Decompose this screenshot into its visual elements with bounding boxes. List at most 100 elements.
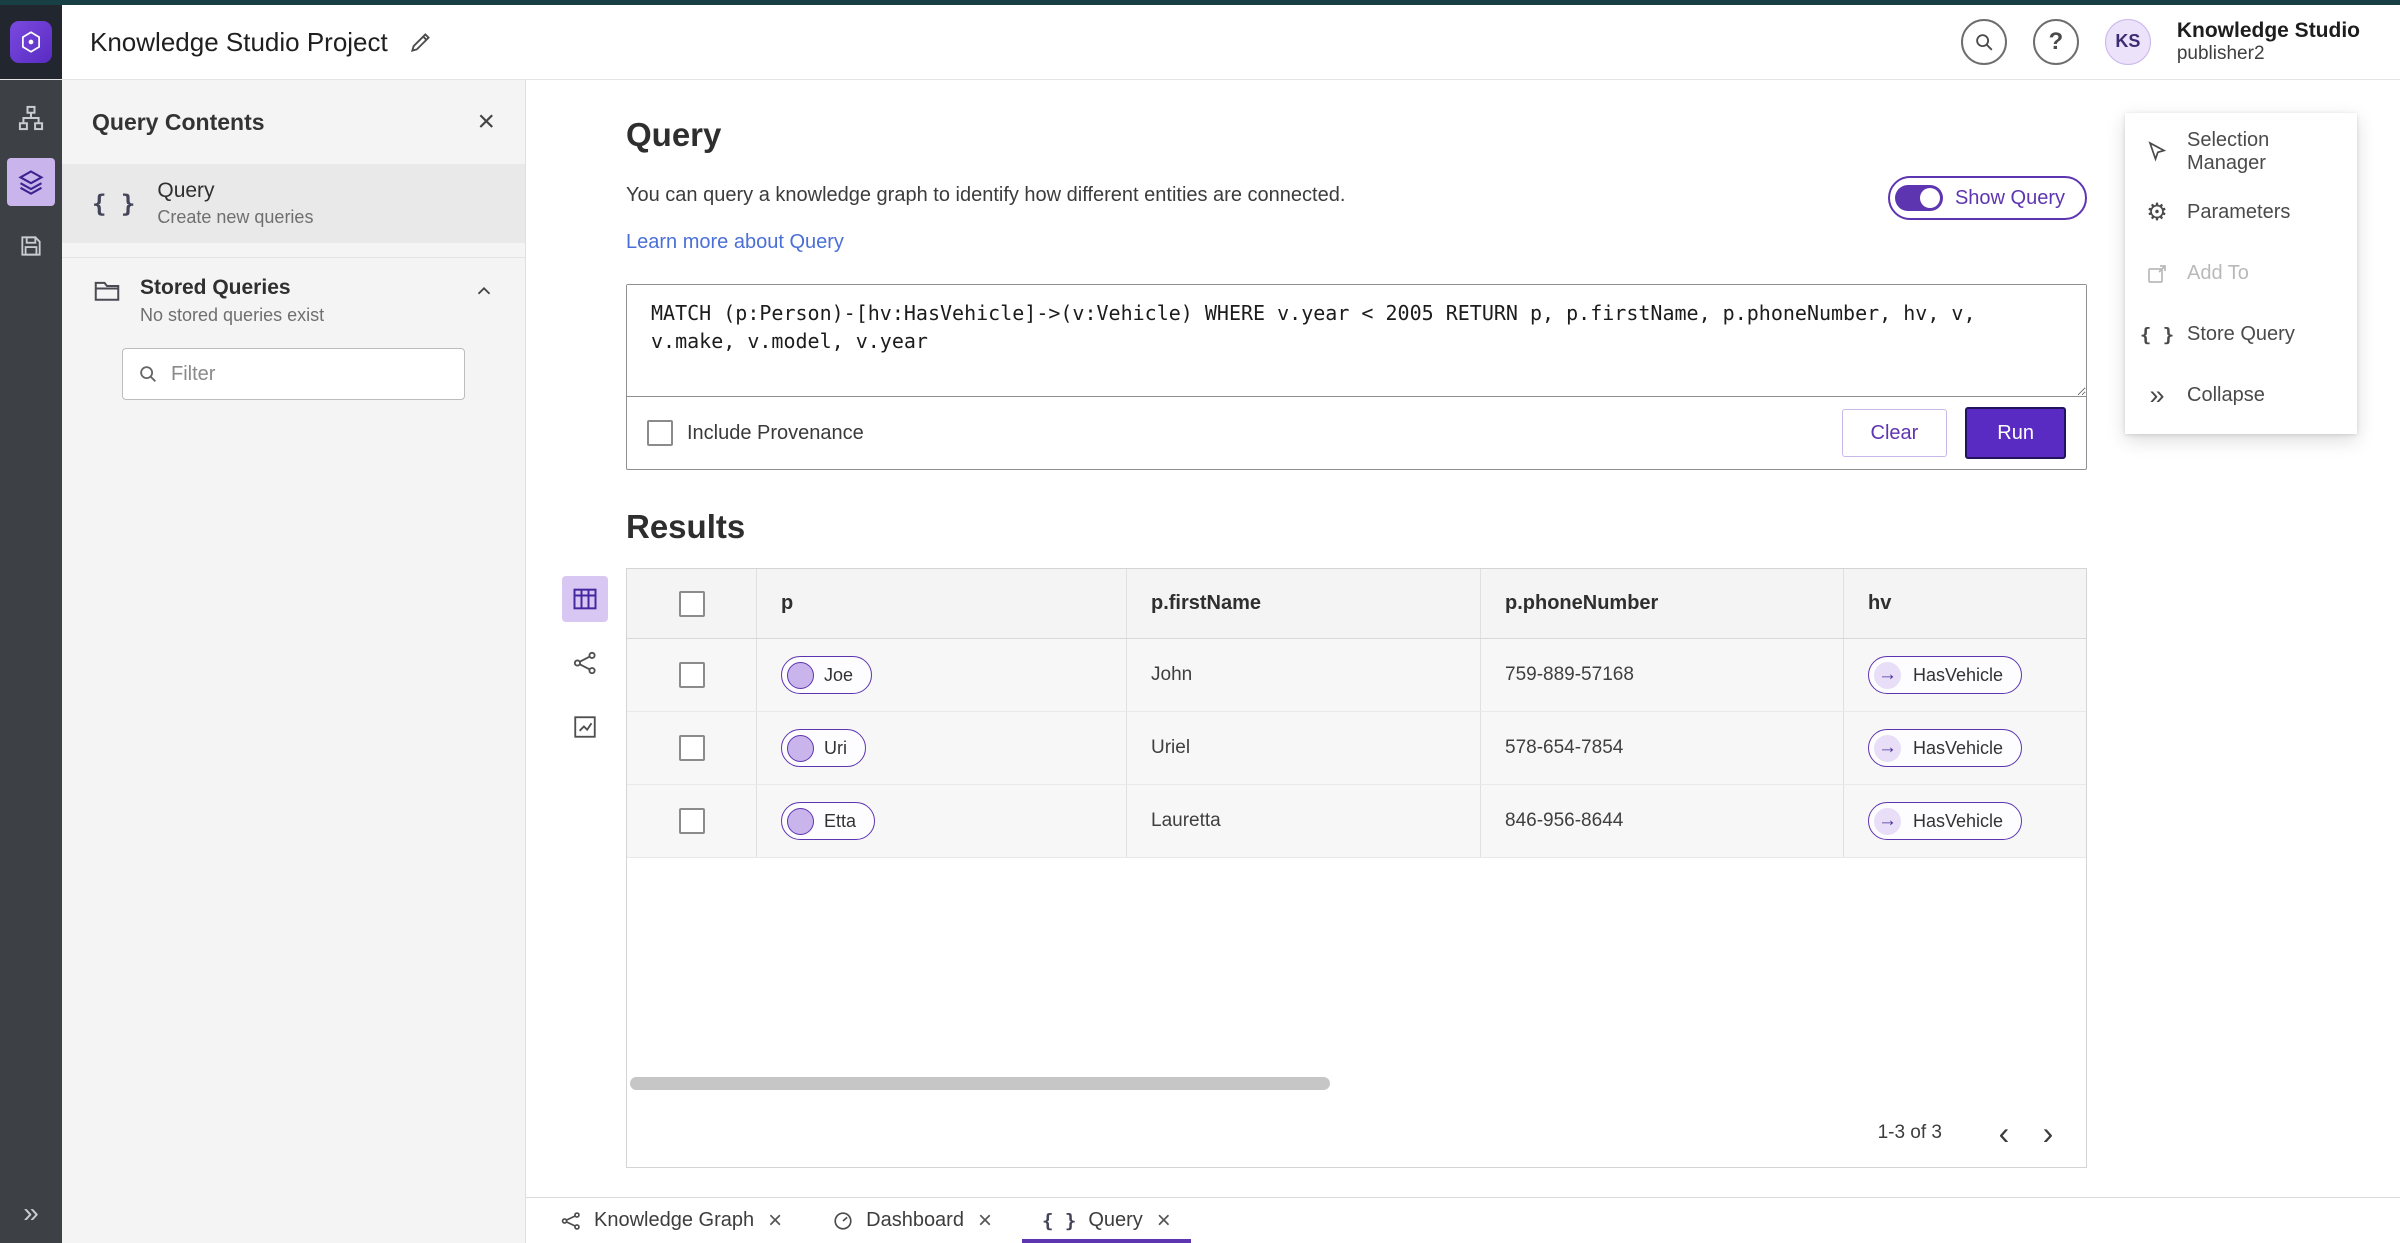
row-checkbox[interactable] [678,735,705,761]
stored-queries-section: Stored Queries No stored queries exist [62,257,525,408]
layers-icon[interactable] [7,158,55,206]
results-table: p p.firstName p.phoneNumber hv Joe John … [626,568,2087,1168]
close-panel-icon[interactable]: × [477,107,495,137]
close-tab-icon[interactable]: × [1157,1208,1171,1233]
braces-icon: { } [2139,323,2175,346]
gear-icon: ⚙ [2146,198,2168,226]
avatar[interactable]: KS [2104,18,2151,65]
edge-pill[interactable]: → HasVehicle [1868,729,2023,767]
node-label: Etta [824,810,857,831]
learn-more-link[interactable]: Learn more about Query [626,231,844,254]
arrow-right-icon: → [1874,807,1901,835]
scrollbar-thumb[interactable] [630,1077,1330,1090]
pagination-bar: 1-3 of 3 ‹ › [627,1099,2086,1167]
table-row: Joe John 759-889-57168 → HasVehicle [627,639,2086,712]
edit-title-icon[interactable] [408,29,434,55]
tab-knowledge-graph[interactable]: Knowledge Graph × [540,1198,802,1243]
arrow-right-icon: → [1874,734,1901,762]
dashboard-icon [832,1210,854,1232]
query-item-description: Create new queries [157,207,314,227]
column-header-firstname[interactable]: p.firstName [1127,569,1481,638]
query-input[interactable]: MATCH (p:Person)-[hv:HasVehicle]->(v:Veh… [627,285,2086,397]
node-label: Joe [824,664,854,685]
row-checkbox[interactable] [678,808,705,834]
user-block[interactable]: Knowledge Studio publisher2 [2177,18,2360,66]
main-area: Query You can query a knowledge graph to… [526,80,2400,1197]
menu-item-label: Add To [2187,262,2249,284]
node-pill[interactable]: Joe [781,656,873,694]
arrow-right-icon: → [1874,661,1901,689]
node-circle-icon [787,661,814,689]
show-query-toggle[interactable]: Show Query [1887,176,2087,220]
node-pill[interactable]: Etta [781,802,876,840]
node-label: Uri [824,737,847,758]
query-description: You can query a knowledge graph to ident… [626,184,1346,206]
close-tab-icon[interactable]: × [768,1208,782,1233]
node-circle-icon [787,734,814,762]
select-all-checkbox[interactable] [678,590,705,617]
help-button[interactable]: ? [2032,18,2079,65]
chevron-up-icon[interactable] [473,276,495,302]
app-header: Knowledge Studio Project ? KS Knowledge … [0,5,2400,80]
column-header-p[interactable]: p [757,569,1127,638]
include-provenance-checkbox[interactable] [647,420,673,446]
app-window: Knowledge Studio Project ? KS Knowledge … [0,0,2400,1243]
sidebar-item-query[interactable]: { } Query Create new queries [62,164,525,243]
toggle-knob [1919,188,1940,208]
menu-item-label: Store Query [2187,323,2295,345]
close-tab-icon[interactable]: × [978,1208,992,1233]
bottom-tab-bar: Knowledge Graph × Dashboard × { } Query … [526,1197,2400,1243]
previous-page-icon[interactable]: ‹ [1982,1111,2026,1155]
node-circle-icon [787,807,814,835]
run-button[interactable]: Run [1965,407,2066,459]
menu-item-store-query[interactable]: { } Store Query [2125,304,2357,365]
tab-dashboard[interactable]: Dashboard × [812,1198,1012,1243]
hierarchy-icon[interactable] [7,94,55,142]
tab-query[interactable]: { } Query × [1021,1198,1191,1243]
app-logo-icon[interactable] [10,21,52,63]
edge-pill[interactable]: → HasVehicle [1868,656,2023,694]
filter-input[interactable] [171,362,450,386]
logo-block [0,5,62,79]
results-view-switcher [562,568,626,1168]
results-title: Results [626,508,746,545]
node-pill[interactable]: Uri [781,729,866,767]
cell-firstname: Uriel [1151,737,1191,758]
edge-pill[interactable]: → HasVehicle [1868,802,2023,840]
column-header-phonenumber[interactable]: p.phoneNumber [1481,569,1844,638]
collapse-icon: » [2149,380,2165,410]
rail-expand-icon[interactable]: » [23,1197,39,1229]
menu-item-add-to: Add To [2125,243,2357,304]
tab-label: Knowledge Graph [594,1209,755,1231]
table-row: Etta Lauretta 846-956-8644 → HasVehicle [627,785,2086,858]
search-button[interactable] [1960,18,2007,65]
row-checkbox[interactable] [678,662,705,688]
chart-view-icon[interactable] [562,704,608,750]
horizontal-scrollbar[interactable] [630,1077,2083,1091]
menu-item-label: Collapse [2187,384,2265,406]
pagination-info: 1-3 of 3 [1877,1122,1942,1143]
selection-manager-icon [2143,140,2171,164]
menu-item-selection-manager[interactable]: Selection Manager [2125,121,2357,182]
include-provenance-label: Include Provenance [687,421,864,444]
graph-view-icon[interactable] [562,640,608,686]
edge-label: HasVehicle [1913,810,2004,831]
table-row: Uri Uriel 578-654-7854 → HasVehicle [627,712,2086,785]
page-title: Query [626,116,722,153]
add-to-icon [2143,262,2171,286]
menu-item-parameters[interactable]: ⚙ Parameters [2125,182,2357,243]
question-mark-icon: ? [2048,27,2064,55]
query-item-label: Query [157,179,215,202]
search-icon [137,363,159,385]
next-page-icon[interactable]: › [2026,1111,2070,1155]
table-view-icon[interactable] [562,576,608,622]
save-icon[interactable] [7,222,55,270]
clear-button[interactable]: Clear [1841,409,1948,457]
table-header-row: p p.firstName p.phoneNumber hv [627,569,2086,639]
query-editor-box: MATCH (p:Person)-[hv:HasVehicle]->(v:Veh… [626,284,2087,470]
menu-item-collapse[interactable]: » Collapse [2125,365,2357,426]
column-header-hv[interactable]: hv [1844,569,2086,638]
cell-phonenumber: 846-956-8644 [1505,810,1624,831]
menu-item-label: Parameters [2187,201,2291,223]
user-name: publisher2 [2176,43,2265,65]
